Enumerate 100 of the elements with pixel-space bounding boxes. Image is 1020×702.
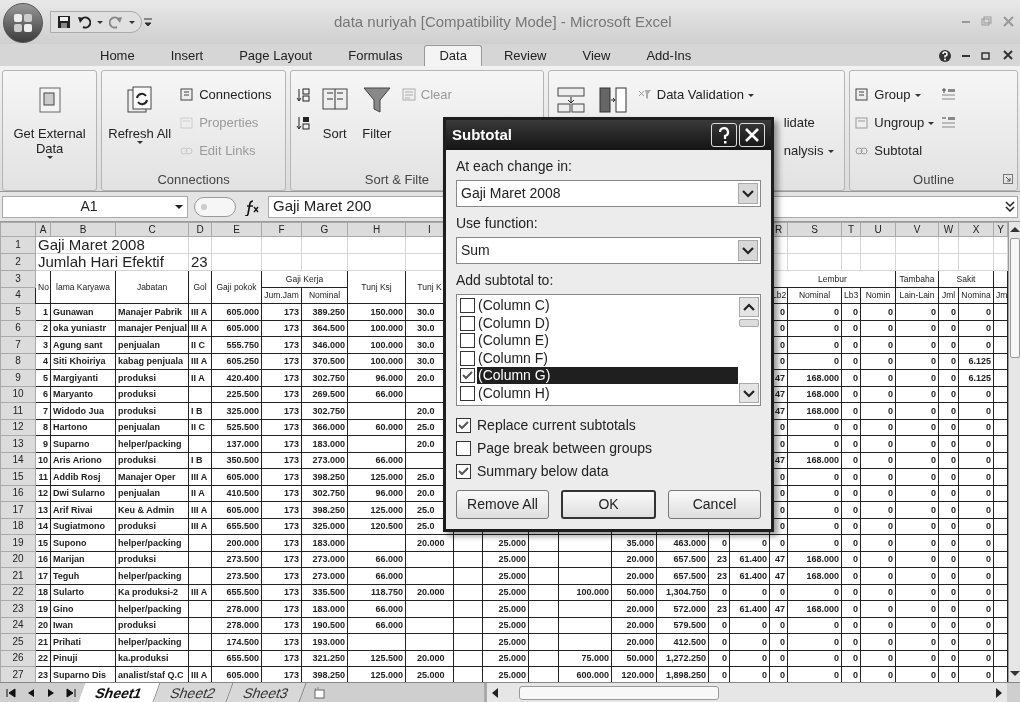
table-cell: 20: [35, 617, 51, 634]
table-cell: 1: [35, 303, 51, 320]
table-cell: 389.250: [301, 303, 348, 320]
table-cell: 0: [938, 386, 959, 403]
table-cell: Teguh: [50, 567, 116, 584]
table-cell: 20.000: [611, 617, 657, 634]
table-cell: 173: [261, 551, 302, 568]
checkbox-label: Summary below data: [477, 462, 609, 481]
table-cell: 364.500: [301, 320, 348, 337]
table-cell: 0: [787, 633, 842, 650]
table-cell: 20.000: [611, 633, 657, 650]
table-cell: 0: [895, 320, 939, 337]
table-cell: Jabatan: [115, 270, 189, 304]
table-cell: 655.500: [211, 518, 262, 535]
table-cell: 0: [895, 584, 939, 601]
field-label: At each change in:: [456, 157, 573, 176]
table-cell: 0: [895, 386, 939, 403]
table-cell: 605.250: [211, 353, 262, 370]
table-cell: 0: [938, 369, 959, 386]
table-cell: 173: [261, 468, 302, 485]
table-cell: Margiyanti: [50, 369, 116, 386]
table-cell: 655.500: [211, 584, 262, 601]
table-cell: produksi: [115, 369, 189, 386]
table-cell: produksi: [115, 518, 189, 535]
table-cell: Sugiatmono: [50, 518, 116, 535]
table-cell: 302.750: [301, 402, 348, 419]
table-cell: 173: [261, 452, 302, 469]
table-cell: 0: [787, 617, 842, 634]
table-cell: 0: [895, 485, 939, 502]
table-cell: 0: [860, 419, 896, 436]
table-cell: Keu & Admin: [115, 501, 189, 518]
table-cell: produksi: [115, 551, 189, 568]
table-cell: 25.000: [482, 650, 529, 667]
table-cell: Arif Rivai: [50, 501, 116, 518]
table-cell: 0: [841, 468, 861, 485]
table-cell: Lain-Lain: [895, 287, 939, 304]
table-cell: 4: [35, 353, 51, 370]
table-cell: 0: [895, 452, 939, 469]
table-cell: 173: [261, 650, 302, 667]
table-cell: 12: [35, 485, 51, 502]
table-cell: 0: [860, 584, 896, 601]
table-cell: 0: [958, 452, 994, 469]
table-cell: 0: [958, 650, 994, 667]
table-cell: 0: [841, 353, 861, 370]
table-cell: II A: [188, 369, 212, 386]
table-cell: 0: [860, 518, 896, 535]
table-cell: Sakit: [938, 270, 994, 287]
table-cell: 173: [261, 600, 302, 617]
dialog-title: Subtotal: [452, 124, 513, 145]
table-cell: 0: [860, 485, 896, 502]
table-cell: 0: [708, 617, 730, 634]
table-cell: 302.750: [301, 369, 348, 386]
group-label: Outline: [913, 171, 955, 190]
table-cell: 18: [35, 584, 51, 601]
table-cell: 0: [958, 617, 994, 634]
table-cell: Tunj Ksj: [347, 270, 406, 304]
table-cell: 463.000: [656, 534, 709, 551]
table-cell: 1,272.250: [656, 650, 709, 667]
table-cell: 0: [938, 600, 959, 617]
table-cell: helper/packing: [115, 633, 189, 650]
table-cell: 0: [938, 617, 959, 634]
table-cell: 173: [261, 320, 302, 337]
table-cell: 173: [261, 485, 302, 502]
table-cell: 278.000: [211, 600, 262, 617]
table-cell: 120.500: [347, 518, 406, 535]
table-cell: 20.000: [405, 584, 454, 601]
table-cell: Maryanto: [50, 386, 116, 403]
table-cell: Prihati: [50, 633, 116, 650]
table-cell: 0: [787, 584, 842, 601]
table-cell: helper/packing: [115, 435, 189, 452]
table-cell: 0: [895, 518, 939, 535]
table-cell: 0: [860, 303, 896, 320]
table-cell: Manajer Pabrik: [115, 303, 189, 320]
table-cell: 0: [895, 600, 939, 617]
table-cell: 0: [769, 633, 788, 650]
table-cell: penjualan: [115, 485, 189, 502]
table-cell: 23: [188, 253, 212, 271]
table-cell: 0: [860, 353, 896, 370]
table-cell: 100.000: [558, 584, 612, 601]
table-cell: 15: [35, 534, 51, 551]
table-cell: Suparno: [50, 435, 116, 452]
table-cell: 0: [895, 567, 939, 584]
table-cell: 0: [895, 303, 939, 320]
table-cell: 0: [841, 567, 861, 584]
table-cell: helper/packing: [115, 600, 189, 617]
table-cell: Widodo Jua: [50, 402, 116, 419]
table-cell: 0: [938, 435, 959, 452]
table-cell: 100.000: [347, 336, 406, 353]
table-cell: 302.750: [301, 485, 348, 502]
table-cell: 3: [35, 336, 51, 353]
group-label: Connections: [157, 171, 230, 190]
table-cell: Gaji pokok: [211, 270, 262, 304]
table-cell: 273.500: [211, 551, 262, 568]
table-cell: 398.250: [301, 468, 348, 485]
table-cell: 0: [860, 567, 896, 584]
table-cell: 0: [938, 452, 959, 469]
table-cell: 0: [958, 551, 994, 568]
table-cell: 66.000: [347, 600, 406, 617]
table-cell: 193.000: [301, 633, 348, 650]
table-cell: 0: [787, 650, 842, 667]
